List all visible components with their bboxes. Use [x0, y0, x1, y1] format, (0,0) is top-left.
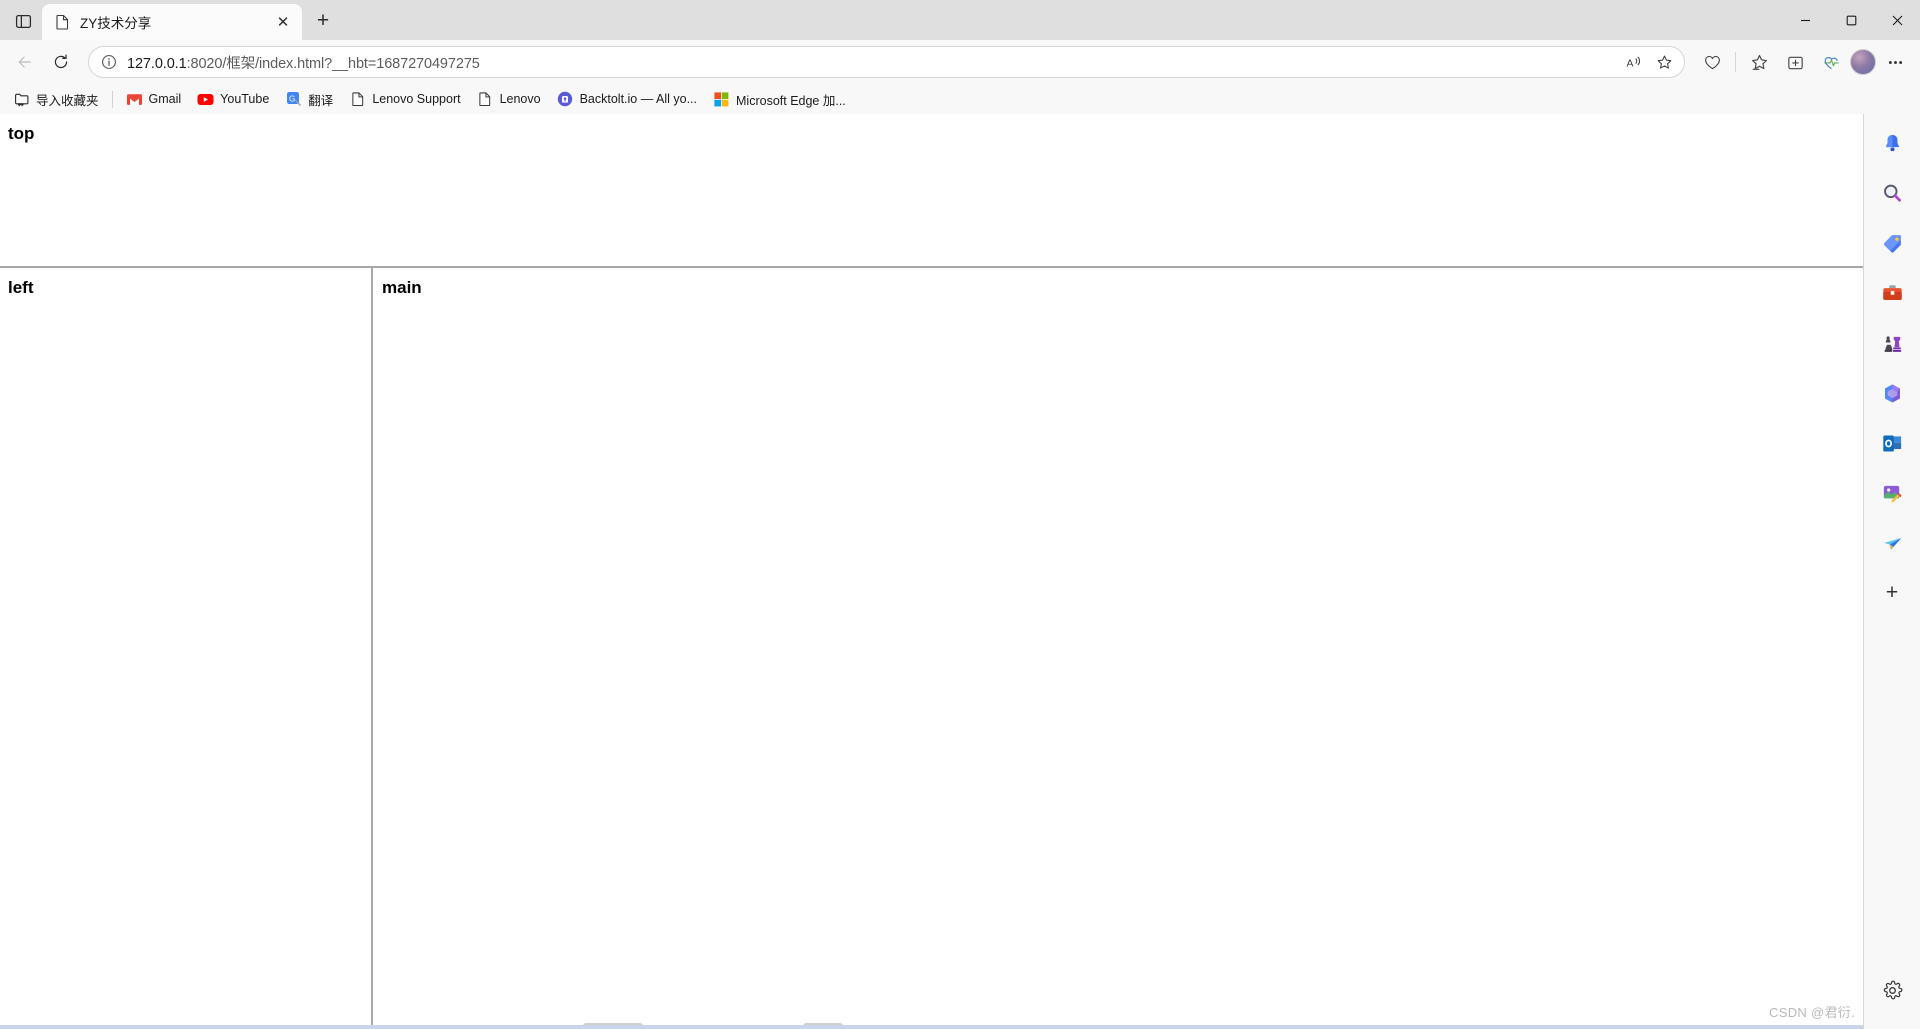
- toolbox-icon: [1882, 284, 1902, 300]
- sidebar-item-search[interactable]: [1872, 172, 1912, 214]
- back-button[interactable]: [8, 45, 42, 79]
- favorites-star-icon: [1751, 54, 1767, 70]
- ellipsis-icon: [1888, 60, 1902, 64]
- sidebar-item-shopping[interactable]: [1872, 222, 1912, 264]
- search-icon: [1883, 184, 1901, 202]
- bookmark-translate[interactable]: G 翻译: [278, 86, 340, 113]
- sidebar-item-drop[interactable]: [1872, 522, 1912, 564]
- browser-essentials-button[interactable]: [1695, 45, 1729, 79]
- navigation-toolbar: 127.0.0.1:8020/框架/index.html?__hbt=16872…: [0, 40, 1920, 84]
- close-window-button[interactable]: [1874, 0, 1920, 40]
- import-favorites-icon: [13, 91, 30, 108]
- youtube-icon: [197, 91, 214, 108]
- sidebar-settings-button[interactable]: [1872, 969, 1912, 1011]
- paper-plane-icon: [1883, 537, 1901, 550]
- window-controls: [1782, 0, 1920, 40]
- back-arrow-icon: [18, 56, 31, 68]
- bookmark-label: YouTube: [220, 92, 270, 106]
- frame-top: top: [0, 114, 1863, 268]
- profile-avatar[interactable]: [1850, 49, 1876, 75]
- tab-strip: ZY技术分享 ✕ +: [0, 0, 1920, 40]
- chess-icon: [1884, 335, 1901, 352]
- outlook-icon: [1882, 434, 1901, 452]
- refresh-button[interactable]: [44, 45, 78, 79]
- maximize-button[interactable]: [1828, 0, 1874, 40]
- site-information-icon[interactable]: [99, 52, 119, 72]
- add-to-favorites-icon[interactable]: [1650, 48, 1678, 76]
- edge-sidebar: +: [1864, 114, 1920, 1029]
- address-bar[interactable]: 127.0.0.1:8020/框架/index.html?__hbt=16872…: [88, 46, 1685, 78]
- bookmark-label: Lenovo Support: [372, 92, 461, 106]
- bell-icon: [1885, 134, 1899, 151]
- bookmark-label: Lenovo: [499, 92, 541, 106]
- frame-top-label: top: [8, 124, 35, 143]
- settings-and-more-button[interactable]: [1878, 45, 1912, 79]
- tab-actions-icon: [15, 14, 31, 28]
- sidebar-add-button[interactable]: +: [1872, 572, 1912, 614]
- toolbar-separator: [1735, 52, 1736, 72]
- sidebar-item-notifications[interactable]: [1872, 122, 1912, 164]
- svg-text:G: G: [289, 94, 295, 103]
- page-bottom-strip: [0, 1025, 1863, 1029]
- bookmark-youtube[interactable]: YouTube: [190, 87, 276, 112]
- split-screen-icon: [1823, 56, 1839, 69]
- collections-icon: [1787, 56, 1803, 69]
- sidebar-item-image-creator[interactable]: [1872, 472, 1912, 514]
- collections-button[interactable]: [1778, 45, 1812, 79]
- address-bar-actions: A: [1620, 48, 1678, 76]
- url-text: 127.0.0.1:8020/框架/index.html?__hbt=16872…: [127, 52, 1612, 73]
- bookmark-lenovo[interactable]: Lenovo: [470, 87, 548, 112]
- tab-title: ZY技术分享: [80, 16, 152, 31]
- browser-window: ZY技术分享 ✕ + 127.0.0.1:8020/框架/index.html?…: [0, 0, 1920, 1029]
- microsoft365-icon: [1884, 383, 1900, 403]
- document-icon: [54, 14, 71, 31]
- sidebar-item-tools[interactable]: [1872, 272, 1912, 314]
- bookmark-lenovo-support[interactable]: Lenovo Support: [342, 87, 467, 112]
- frame-main-label: main: [382, 278, 422, 297]
- plus-icon: +: [1885, 581, 1899, 604]
- bookmark-label: Gmail: [148, 92, 182, 106]
- translate-icon: G: [285, 91, 302, 108]
- gmail-icon: [126, 91, 143, 108]
- microsoft-icon: [713, 91, 730, 108]
- sidebar-item-office[interactable]: [1872, 372, 1912, 414]
- tag-icon: [1883, 234, 1901, 253]
- sidebar-item-outlook[interactable]: [1872, 422, 1912, 464]
- document-icon: [349, 91, 366, 108]
- url-path: :8020/框架/index.html?__hbt=1687270497275: [186, 55, 480, 72]
- url-host: 127.0.0.1: [127, 55, 187, 72]
- bookmark-import-favorites[interactable]: 导入收藏夹: [6, 86, 106, 113]
- frame-bottom-row: left main: [0, 268, 1863, 1029]
- frameset-page: top left main CSDN @君衍.: [0, 114, 1864, 1029]
- page-viewport: top left main CSDN @君衍. +: [0, 114, 1920, 1029]
- browser-tab[interactable]: ZY技术分享 ✕: [42, 4, 302, 40]
- svg-text:A: A: [1626, 58, 1633, 69]
- frame-left: left: [0, 268, 373, 1029]
- bookmark-label: 翻译: [308, 93, 334, 108]
- read-aloud-icon[interactable]: A: [1620, 48, 1648, 76]
- heart-pulse-icon: [1704, 55, 1720, 69]
- bookmark-microsoft-edge-addons[interactable]: Microsoft Edge 加...: [706, 86, 853, 113]
- favorites-button[interactable]: [1742, 45, 1776, 79]
- bookmark-gmail[interactable]: Gmail: [119, 87, 189, 112]
- split-screen-button[interactable]: [1814, 45, 1848, 79]
- bookmarks-bar: 导入收藏夹 Gmail YouTube G 翻译 Lenovo Support …: [0, 84, 1920, 114]
- new-tab-button[interactable]: +: [307, 5, 339, 37]
- minimize-button[interactable]: [1782, 0, 1828, 40]
- frame-main: main: [373, 268, 1863, 1029]
- backtolt-icon: [557, 91, 574, 108]
- bookmark-label: Microsoft Edge 加...: [736, 93, 846, 108]
- gear-icon: [1883, 980, 1902, 999]
- tab-close-button[interactable]: ✕: [272, 11, 294, 33]
- tab-actions-button[interactable]: [4, 5, 42, 37]
- bookmark-label: 导入收藏夹: [36, 93, 99, 108]
- bookmark-backtolt[interactable]: Backtolt.io — All yo...: [550, 87, 704, 112]
- image-edit-icon: [1883, 485, 1901, 502]
- sidebar-item-games[interactable]: [1872, 322, 1912, 364]
- frame-left-label: left: [8, 278, 34, 297]
- refresh-icon: [54, 54, 68, 69]
- bookmark-separator: [111, 90, 113, 108]
- document-icon: [477, 91, 494, 108]
- bookmark-label: Backtolt.io — All yo...: [579, 92, 698, 106]
